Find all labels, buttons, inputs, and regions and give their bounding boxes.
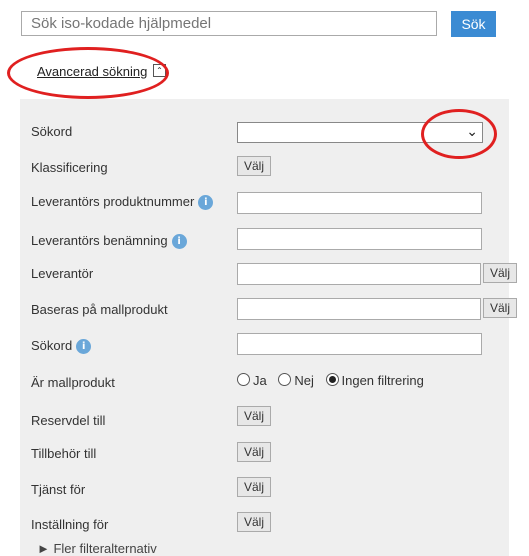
reservdel-valj-button[interactable]: Välj	[237, 406, 272, 426]
sokord-input[interactable]	[237, 333, 482, 355]
baseras-label: Baseras på mallprodukt	[31, 302, 168, 317]
leverantor-valj-button[interactable]: Välj	[483, 263, 518, 283]
mallprodukt-radio-group: Ja Nej Ingen filtrering	[237, 373, 432, 388]
sokord-select-label: Sökord	[31, 124, 73, 139]
search-input[interactable]	[21, 11, 437, 36]
klassificering-label: Klassificering	[31, 160, 108, 175]
installning-label: Inställning för	[31, 517, 109, 532]
lev-produktnummer-input[interactable]	[237, 192, 482, 214]
baseras-valj-button[interactable]: Välj	[483, 298, 518, 318]
lev-benamning-input[interactable]	[237, 228, 482, 250]
tjanst-valj-button[interactable]: Välj	[237, 477, 272, 497]
radio-circle[interactable]	[237, 373, 250, 386]
advanced-search-link[interactable]: Avancerad sökning	[37, 64, 147, 79]
sokord-label: Sökord i	[31, 338, 92, 355]
radio-circle-selected[interactable]	[325, 373, 339, 386]
radio-circle[interactable]	[278, 373, 292, 386]
radio-ingen-filtrering[interactable]: Ingen filtrering	[325, 373, 424, 388]
reservdel-label: Reservdel till	[31, 413, 106, 428]
info-icon[interactable]: i	[171, 234, 187, 250]
tillbehor-valj-button[interactable]: Välj	[237, 442, 272, 462]
radio-ja[interactable]: Ja	[237, 373, 267, 388]
lev-produktnummer-label: Leverantörs produktnummer i	[31, 194, 214, 211]
chevron-down-icon: ⌄	[466, 124, 478, 140]
sokord-select[interactable]: ⌄	[237, 122, 483, 143]
radio-nej[interactable]: Nej	[278, 373, 314, 388]
leverantor-input[interactable]	[237, 263, 481, 285]
klassificering-valj-button[interactable]: Välj	[237, 156, 272, 176]
info-icon[interactable]: i	[76, 339, 92, 355]
tjanst-label: Tjänst för	[31, 482, 86, 497]
lev-benamning-label: Leverantörs benämning i	[31, 233, 187, 250]
leverantor-label: Leverantör	[31, 266, 94, 281]
collapse-icon[interactable]: ⌃	[153, 64, 166, 77]
mallprodukt-label: Är mallprodukt	[31, 375, 115, 390]
baseras-input[interactable]	[237, 298, 481, 320]
installning-valj-button[interactable]: Välj	[237, 512, 272, 532]
info-icon[interactable]: i	[198, 195, 214, 211]
search-button[interactable]: Sök	[451, 11, 496, 37]
more-filters-toggle[interactable]: ► Fler filteralternativ	[37, 541, 157, 556]
tillbehor-label: Tillbehör till	[31, 446, 97, 461]
